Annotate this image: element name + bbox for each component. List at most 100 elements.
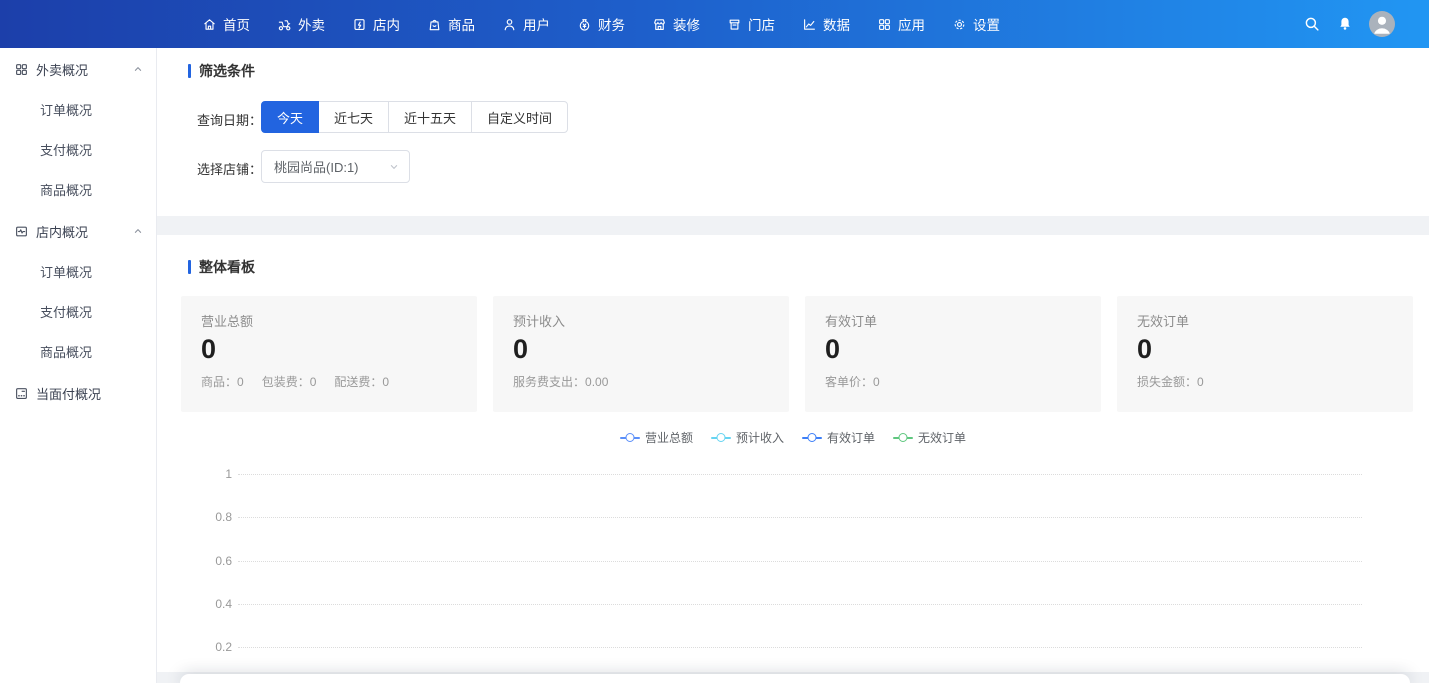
main-content: 筛选条件 查询日期： 今天 近七天 近十五天 自定义时间 选择店铺： 桃园尚品(… bbox=[157, 48, 1429, 683]
nav-item-decoration[interactable]: 装修 bbox=[652, 14, 700, 34]
nav-label: 用户 bbox=[523, 14, 550, 34]
section-accent-bar bbox=[188, 260, 191, 274]
sidebar-item-instore-payment-overview[interactable]: 支付概况 bbox=[0, 291, 156, 331]
y-axis-tick: 1 bbox=[192, 467, 232, 481]
nav-item-home[interactable]: 首页 bbox=[202, 14, 250, 34]
nav-item-goods[interactable]: 商品 bbox=[427, 14, 475, 34]
nav-item-settings[interactable]: 设置 bbox=[952, 14, 1000, 34]
sidebar-item-label: 订单概况 bbox=[40, 262, 144, 281]
date-filter-label: 查询日期： bbox=[197, 110, 262, 129]
legend-label: 有效订单 bbox=[827, 429, 875, 446]
stat-card-value: 0 bbox=[1137, 334, 1152, 365]
nav-item-stores[interactable]: 门店 bbox=[727, 14, 775, 34]
top-navbar: 首页 外卖 店内 商品 用户 财务 bbox=[0, 0, 1429, 48]
sidebar-item-takeout-goods-overview[interactable]: 商品概况 bbox=[0, 169, 156, 209]
sidebar-item-takeout-order-overview[interactable]: 订单概况 bbox=[0, 89, 156, 129]
stat-card-valid-orders: 有效订单 0 客单价：0 bbox=[805, 296, 1101, 412]
facepay-icon bbox=[14, 386, 29, 401]
stat-card-revenue: 营业总额 0 商品：0 包装费：0 配送费：0 bbox=[181, 296, 477, 412]
shop-select[interactable]: 桃园尚品(ID:1) bbox=[261, 150, 410, 183]
nav-item-apps[interactable]: 应用 bbox=[877, 14, 925, 34]
legend-label: 预计收入 bbox=[736, 429, 784, 446]
sidebar-group-instore-overview[interactable]: 店内概况 bbox=[0, 211, 156, 251]
section-title-text: 筛选条件 bbox=[199, 61, 255, 81]
stat-card-title: 预计收入 bbox=[513, 311, 769, 330]
filter-panel: 筛选条件 查询日期： 今天 近七天 近十五天 自定义时间 选择店铺： 桃园尚品(… bbox=[157, 48, 1429, 216]
bell-icon[interactable] bbox=[1337, 16, 1353, 32]
stat-cards: 营业总额 0 商品：0 包装费：0 配送费：0 预计收入 0 服务费支出：0.0… bbox=[181, 296, 1413, 412]
nav-label: 数据 bbox=[823, 14, 850, 34]
sidebar-item-instore-goods-overview[interactable]: 商品概况 bbox=[0, 331, 156, 371]
store-icon bbox=[727, 17, 742, 32]
nav-item-takeout[interactable]: 外卖 bbox=[277, 14, 325, 34]
sidebar-item-label: 订单概况 bbox=[40, 100, 144, 119]
sidebar-item-label: 商品概况 bbox=[40, 342, 144, 361]
nav-label: 门店 bbox=[748, 14, 775, 34]
date-option-today[interactable]: 今天 bbox=[261, 101, 319, 133]
grid-icon bbox=[14, 62, 29, 77]
nav-item-data[interactable]: 数据 bbox=[802, 14, 850, 34]
legend-item-invalid-orders[interactable]: 无效订单 bbox=[893, 429, 966, 446]
stat-detail: 商品：0 bbox=[201, 373, 244, 390]
nav-item-users[interactable]: 用户 bbox=[502, 14, 550, 34]
gridline bbox=[238, 561, 1362, 562]
date-option-last-7-days[interactable]: 近七天 bbox=[318, 101, 389, 133]
legend-item-valid-orders[interactable]: 有效订单 bbox=[802, 429, 875, 446]
filter-section-title: 筛选条件 bbox=[188, 61, 255, 81]
date-option-last-15-days[interactable]: 近十五天 bbox=[388, 101, 472, 133]
next-panel-edge bbox=[180, 674, 1410, 683]
nav-label: 首页 bbox=[223, 14, 250, 34]
stat-card-title: 营业总额 bbox=[201, 311, 457, 330]
sidebar-item-label: 支付概况 bbox=[40, 140, 144, 159]
shop-filter-label: 选择店铺： bbox=[197, 159, 262, 178]
nav-item-finance[interactable]: 财务 bbox=[577, 14, 625, 34]
sidebar-item-takeout-payment-overview[interactable]: 支付概况 bbox=[0, 129, 156, 169]
gridline bbox=[238, 517, 1362, 518]
stat-card-invalid-orders: 无效订单 0 损失金额：0 bbox=[1117, 296, 1413, 412]
date-range-button-group: 今天 近七天 近十五天 自定义时间 bbox=[261, 101, 568, 133]
gridline bbox=[238, 604, 1362, 605]
avatar[interactable] bbox=[1369, 11, 1395, 37]
y-axis-tick: 0.8 bbox=[192, 510, 232, 524]
sidebar-item-instore-order-overview[interactable]: 订单概况 bbox=[0, 251, 156, 291]
decoration-icon bbox=[652, 17, 667, 32]
nav-label: 设置 bbox=[973, 14, 1000, 34]
overview-panel: 整体看板 营业总额 0 商品：0 包装费：0 配送费：0 预计收入 0 服 bbox=[157, 235, 1429, 672]
gridline bbox=[238, 474, 1362, 475]
nav-label: 应用 bbox=[898, 14, 925, 34]
sidebar-item-label: 商品概况 bbox=[40, 180, 144, 199]
gridline bbox=[238, 647, 1362, 648]
stat-detail: 客单价：0 bbox=[825, 373, 880, 390]
nav-menu: 首页 外卖 店内 商品 用户 财务 bbox=[202, 0, 1000, 48]
section-title-text: 整体看板 bbox=[199, 257, 255, 277]
stat-card-title: 有效订单 bbox=[825, 311, 1081, 330]
finance-icon bbox=[577, 17, 592, 32]
goods-icon bbox=[427, 17, 442, 32]
stat-card-value: 0 bbox=[201, 334, 216, 365]
nav-label: 财务 bbox=[598, 14, 625, 34]
overview-section-title: 整体看板 bbox=[188, 257, 255, 277]
y-axis-tick: 0.2 bbox=[192, 640, 232, 654]
y-axis-tick: 0.4 bbox=[192, 597, 232, 611]
nav-item-instore[interactable]: 店内 bbox=[352, 14, 400, 34]
chevron-up-icon bbox=[132, 225, 144, 237]
legend-marker-icon bbox=[893, 433, 913, 442]
user-icon bbox=[502, 17, 517, 32]
legend-marker-icon bbox=[711, 433, 731, 442]
stat-detail: 包装费：0 bbox=[262, 373, 317, 390]
takeout-icon bbox=[277, 17, 292, 32]
search-icon[interactable] bbox=[1303, 15, 1321, 33]
sidebar-group-label: 当面付概况 bbox=[36, 384, 144, 403]
chart-legend: 营业总额 预计收入 有效订单 无效订单 bbox=[157, 429, 1429, 446]
sidebar: 外卖概况 订单概况 支付概况 商品概况 店内概况 订单概况 支付概况 商品概况 … bbox=[0, 48, 157, 683]
sidebar-group-facepay-overview[interactable]: 当面付概况 bbox=[0, 373, 156, 413]
legend-item-revenue[interactable]: 营业总额 bbox=[620, 429, 693, 446]
sidebar-group-takeout-overview[interactable]: 外卖概况 bbox=[0, 49, 156, 89]
date-option-custom-range[interactable]: 自定义时间 bbox=[471, 101, 568, 133]
nav-label: 店内 bbox=[373, 14, 400, 34]
chevron-up-icon bbox=[132, 63, 144, 75]
stat-detail: 配送费：0 bbox=[334, 373, 389, 390]
stat-card-value: 0 bbox=[825, 334, 840, 365]
legend-item-estimated-income[interactable]: 预计收入 bbox=[711, 429, 784, 446]
stat-detail: 损失金额：0 bbox=[1137, 373, 1204, 390]
